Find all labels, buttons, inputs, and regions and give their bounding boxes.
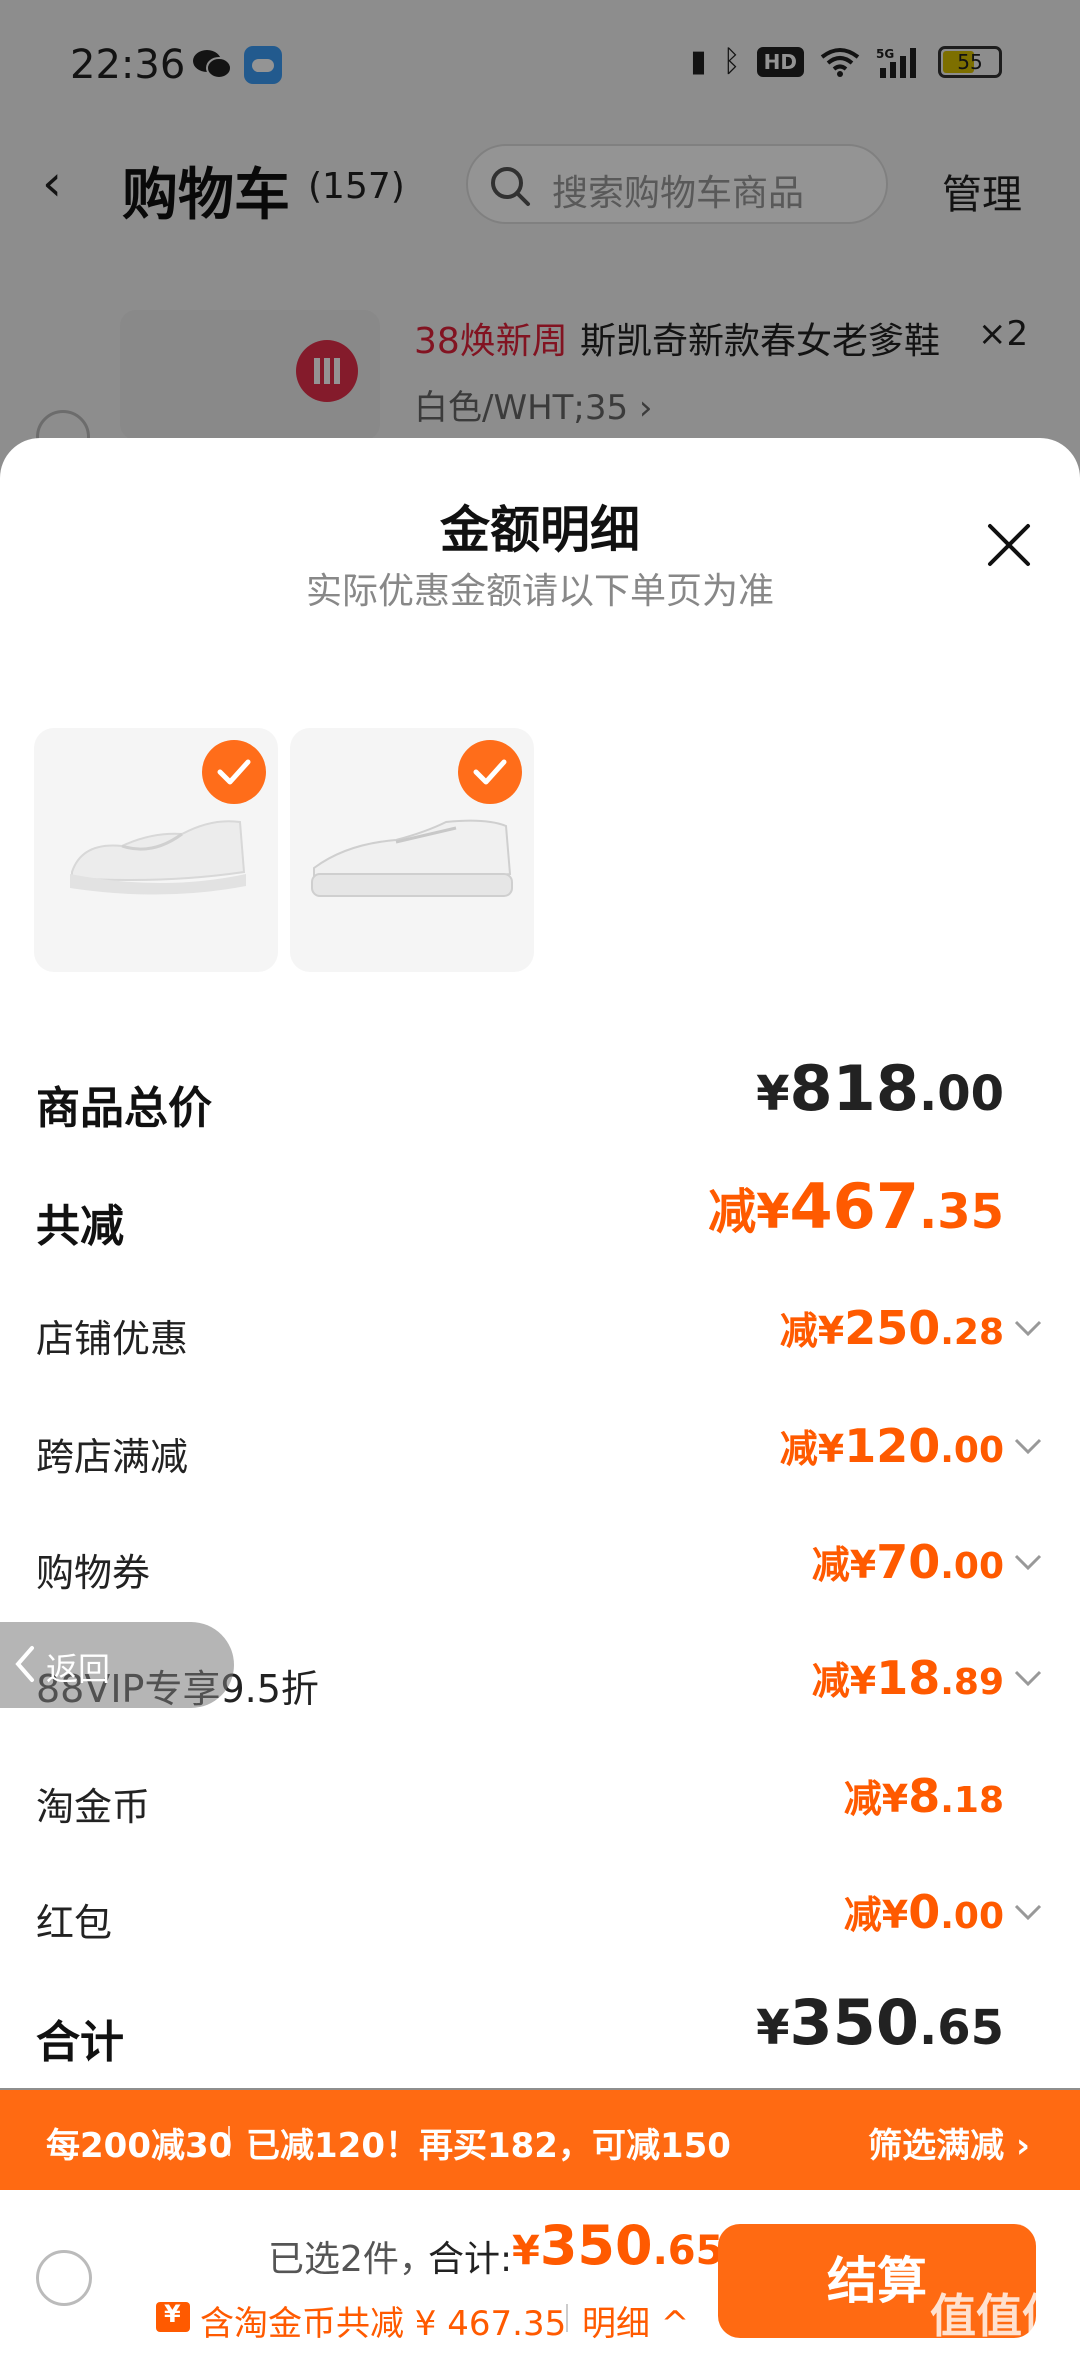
chevron-down-icon[interactable]: [1012, 1550, 1044, 1574]
promo-banner[interactable]: 每200减30 已减120！再买182，可减150 筛选满减 ›: [0, 2090, 1080, 2190]
close-icon[interactable]: [984, 520, 1034, 570]
watermark-url: zhizhizhi.com: [938, 2348, 1060, 2369]
row-label: 红包: [36, 1901, 113, 1945]
row-shopping-voucher[interactable]: 购物券 减¥70.00: [36, 1528, 1044, 1608]
row-label: 购物券: [36, 1551, 151, 1595]
chevron-down-icon[interactable]: [1012, 1666, 1044, 1690]
amount-detail-sheet: 金额明细 实际优惠金额请以下单页为准 商品总价 ¥818.00 共减 减¥467…: [0, 438, 1080, 2088]
row-goods-total: 商品总价 ¥818.00: [36, 1052, 1044, 1138]
promo-divider: [228, 2126, 230, 2156]
back-pill-label: 返回: [46, 1650, 111, 1688]
row-label: 跨店满减: [36, 1435, 189, 1479]
total-label: 合计:: [428, 2239, 513, 2280]
row-value: 减¥18.89: [811, 1651, 1004, 1705]
row-value: ¥350.65: [756, 1986, 1004, 2059]
shoe-image: [311, 819, 513, 897]
select-all-checkbox[interactable]: [36, 2250, 92, 2306]
row-value: 减¥467.35: [708, 1170, 1004, 1243]
row-value: ¥818.00: [756, 1052, 1004, 1125]
chevron-down-icon[interactable]: [1012, 1900, 1044, 1924]
row-label: 商品总价: [36, 1083, 212, 1134]
row-cross-shop-discount[interactable]: 跨店满减 减¥120.00: [36, 1412, 1044, 1492]
row-value: 减¥250.28: [779, 1301, 1004, 1355]
chevron-left-icon: [15, 1646, 34, 1682]
row-label: 共减: [36, 1201, 124, 1252]
row-label: 店铺优惠: [36, 1317, 189, 1361]
row-value: 减¥120.00: [779, 1419, 1004, 1473]
sheet-title: 金额明细: [440, 501, 640, 559]
selected-count: 已选2件，: [268, 2239, 435, 2280]
watermark: 值值值: [930, 2289, 1068, 2343]
chevron-down-icon[interactable]: [1012, 1434, 1044, 1458]
promo-rule: 每200减30: [46, 2126, 233, 2166]
row-red-packet[interactable]: 红包 减¥0.00: [36, 1878, 1044, 1958]
row-taojinbi: 淘金币 减¥8.18: [36, 1762, 1044, 1842]
coin-discount-text: 含淘金币共减 ¥ 467.35: [200, 2304, 567, 2344]
product-thumb-1[interactable]: [34, 728, 278, 972]
back-pill-button[interactable]: 返回: [0, 1622, 234, 1708]
row-value: 减¥70.00: [811, 1535, 1004, 1589]
chevron-down-icon[interactable]: [1012, 1316, 1044, 1340]
row-grand-total: 合计 ¥350.65: [36, 1986, 1044, 2072]
shoe-image: [70, 820, 246, 895]
row-label: 淘金币: [36, 1785, 151, 1829]
divider: [566, 2304, 568, 2332]
row-value: 减¥8.18: [843, 1769, 1004, 1823]
detail-toggle[interactable]: 明细 ^: [582, 2296, 689, 2345]
check-icon: [458, 740, 522, 804]
promo-status: 已减120！再买182，可减150: [246, 2126, 731, 2166]
row-shop-discount[interactable]: 店铺优惠 减¥250.28: [36, 1294, 1044, 1374]
total-value: ¥350.65: [512, 2214, 724, 2277]
coin-ticket-icon: [156, 2300, 190, 2332]
filter-discount-link[interactable]: 筛选满减 ›: [868, 2118, 1030, 2167]
check-icon: [202, 740, 266, 804]
dim-overlay[interactable]: [0, 0, 1080, 440]
checkout-bar: 已选2件， 合计: ¥350.65 含淘金币共减 ¥ 467.35 明细 ^ 结…: [0, 2190, 1080, 2376]
row-value: 减¥0.00: [843, 1885, 1004, 1939]
row-label: 合计: [36, 2017, 124, 2068]
sheet-subtitle: 实际优惠金额请以下单页为准: [305, 571, 774, 612]
row-total-discount: 共减 减¥467.35: [36, 1170, 1044, 1256]
product-thumb-2[interactable]: [290, 728, 534, 972]
